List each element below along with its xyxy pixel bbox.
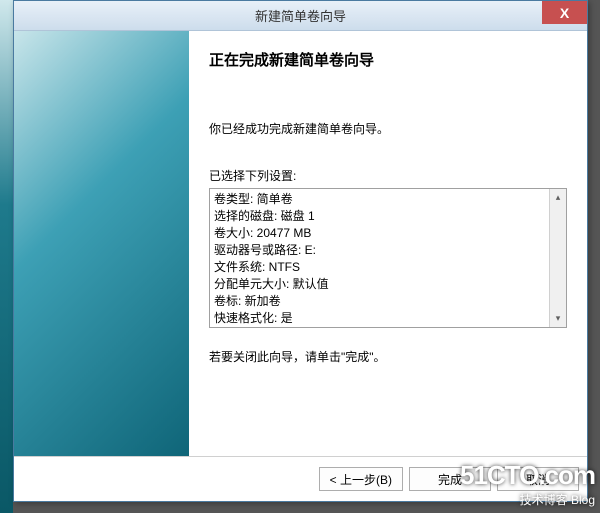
settings-content: 卷类型: 简单卷 选择的磁盘: 磁盘 1 卷大小: 20477 MB 驱动器号或… [210,189,549,327]
dialog-body: 正在完成新建简单卷向导 你已经成功完成新建简单卷向导。 已选择下列设置: 卷类型… [14,31,587,456]
window-title: 新建简单卷向导 [255,6,346,25]
list-item[interactable]: 快速格式化: 是 [214,310,545,327]
finish-instruction: 若要关闭此向导，请单击"完成"。 [209,348,567,365]
list-item[interactable]: 选择的磁盘: 磁盘 1 [214,208,545,225]
settings-listbox[interactable]: 卷类型: 简单卷 选择的磁盘: 磁盘 1 卷大小: 20477 MB 驱动器号或… [209,188,567,328]
finish-button[interactable]: 完成 [409,467,491,491]
list-item[interactable]: 卷标: 新加卷 [214,293,545,310]
wizard-dialog: 新建简单卷向导 X 正在完成新建简单卷向导 你已经成功完成新建简单卷向导。 已选… [13,0,588,502]
cancel-button[interactable]: 取消 [497,467,579,491]
wizard-side-banner [14,31,189,456]
desktop-background-strip [0,0,13,513]
close-button[interactable]: X [542,1,587,24]
list-item[interactable]: 卷类型: 简单卷 [214,191,545,208]
list-item[interactable]: 分配单元大小: 默认值 [214,276,545,293]
wizard-content: 正在完成新建简单卷向导 你已经成功完成新建简单卷向导。 已选择下列设置: 卷类型… [189,31,587,456]
title-bar[interactable]: 新建简单卷向导 X [14,1,587,31]
page-title: 正在完成新建简单卷向导 [209,49,567,70]
close-icon: X [560,5,569,21]
chevron-up-icon: ▴ [556,192,561,203]
chevron-down-icon: ▾ [556,313,561,324]
list-item[interactable]: 卷大小: 20477 MB [214,225,545,242]
settings-label: 已选择下列设置: [209,167,567,184]
list-item[interactable]: 文件系统: NTFS [214,259,545,276]
scroll-track[interactable] [550,206,566,310]
scroll-down-button[interactable]: ▾ [550,310,566,327]
back-button[interactable]: < 上一步(B) [319,467,403,491]
scroll-up-button[interactable]: ▴ [550,189,566,206]
intro-text: 你已经成功完成新建简单卷向导。 [209,120,567,137]
button-bar: < 上一步(B) 完成 取消 [14,456,587,501]
vertical-scrollbar[interactable]: ▴ ▾ [549,189,566,327]
list-item[interactable]: 驱动器号或路径: E: [214,242,545,259]
